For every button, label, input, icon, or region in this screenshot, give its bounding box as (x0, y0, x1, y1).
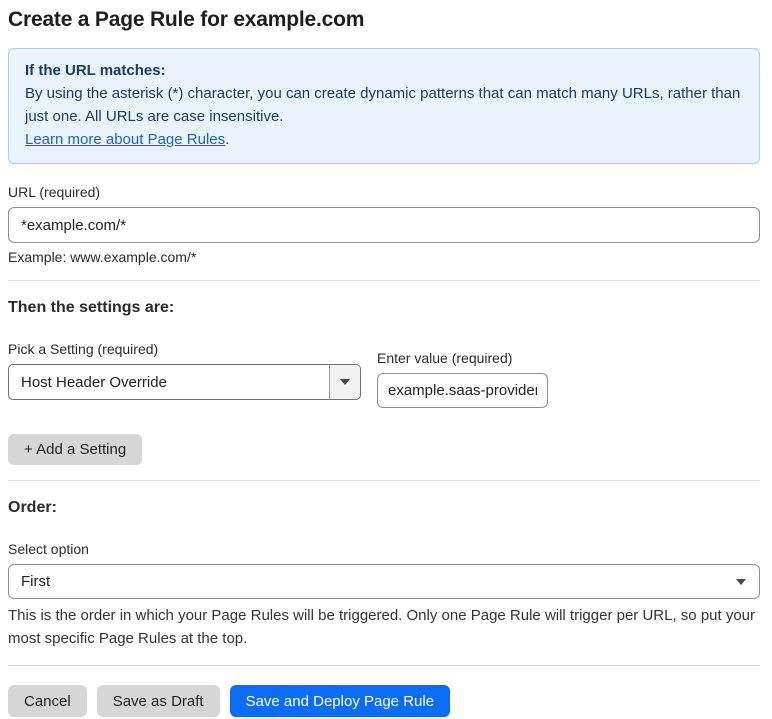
enter-value-label: Enter value (required) (377, 350, 513, 366)
cancel-button[interactable]: Cancel (8, 685, 87, 717)
url-label: URL (required) (8, 184, 101, 200)
order-field-group: Select option First This is the order in… (8, 541, 760, 650)
section-divider (8, 665, 760, 666)
create-page-rule-form: Create a Page Rule for example.com If th… (8, 8, 760, 717)
setting-select[interactable]: Host Header Override (8, 364, 361, 400)
pick-setting-label: Pick a Setting (required) (8, 341, 159, 357)
add-setting-button[interactable]: + Add a Setting (8, 434, 143, 465)
url-field-group: URL (required) Example: www.example.com/… (8, 184, 760, 265)
enter-value-group: Enter value (required) (377, 350, 548, 408)
chevron-down-icon (340, 379, 350, 385)
setting-value-input[interactable] (377, 373, 548, 408)
pick-setting-group: Pick a Setting (required) Host Header Ov… (8, 341, 361, 400)
save-deploy-button[interactable]: Save and Deploy Page Rule (229, 685, 451, 717)
section-divider (8, 280, 760, 281)
info-link-row: Learn more about Page Rules. (25, 128, 743, 151)
url-example-text: Example: www.example.com/* (8, 249, 197, 265)
order-help-text: This is the order in which your Page Rul… (8, 607, 756, 647)
order-select[interactable]: First (8, 564, 760, 599)
section-divider (8, 480, 760, 481)
save-draft-button[interactable]: Save as Draft (96, 685, 220, 717)
setting-select-value: Host Header Override (21, 373, 167, 391)
url-input[interactable] (8, 207, 760, 243)
info-box-body: By using the asterisk (*) character, you… (25, 85, 741, 125)
order-select-label: Select option (8, 541, 89, 557)
setting-row: Pick a Setting (required) Host Header Ov… (8, 341, 760, 408)
order-select-value: First (21, 573, 51, 590)
link-suffix: . (225, 131, 230, 148)
dropdown-arrow-button[interactable] (329, 365, 360, 399)
url-match-info-box: If the URL matches: By using the asteris… (8, 48, 760, 164)
footer-actions: Cancel Save as Draft Save and Deploy Pag… (8, 685, 760, 717)
page-title: Create a Page Rule for example.com (8, 8, 365, 31)
order-heading: Order: (8, 499, 57, 516)
learn-more-link[interactable]: Learn more about Page Rules (25, 131, 225, 148)
info-box-heading: If the URL matches: (25, 62, 166, 79)
settings-heading: Then the settings are: (8, 299, 175, 316)
chevron-down-icon (736, 579, 746, 585)
